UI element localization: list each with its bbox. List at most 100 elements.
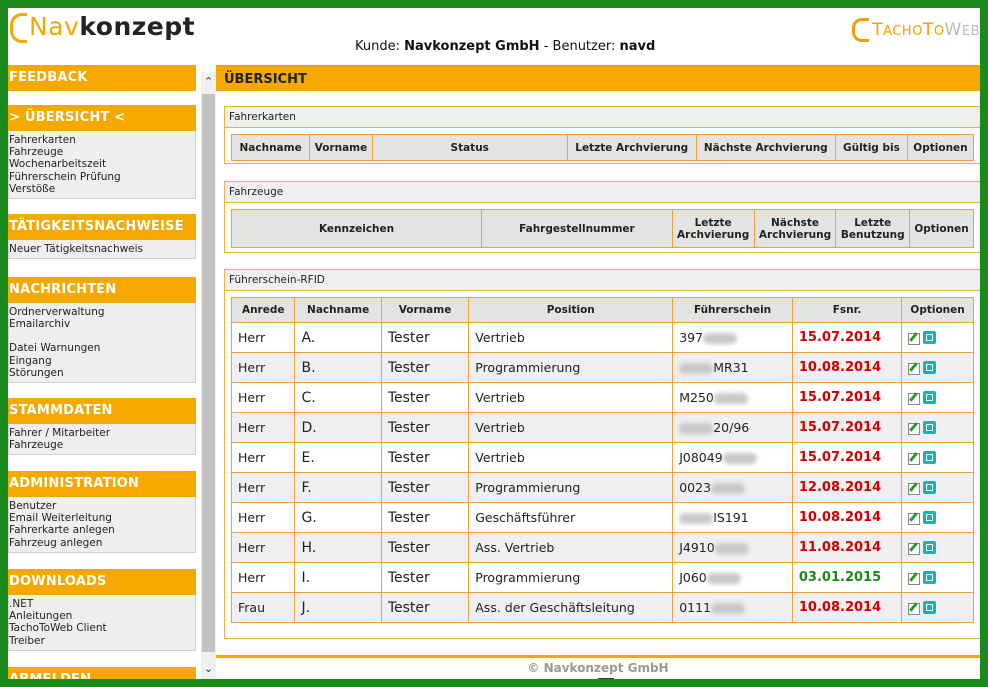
- table-row[interactable]: Frau J. Tester Ass. der Geschäftsleitung 011…: [230, 592, 974, 623]
- rfid-icon[interactable]: [923, 571, 937, 584]
- fuehrerschein-visible-start: M250: [679, 390, 714, 405]
- kunde-value: Navkonzept GmbH: [404, 39, 540, 54]
- sidebar-item-fahrzeuge[interactable]: Fahrzeuge: [9, 146, 195, 158]
- edit-icon[interactable]: [908, 392, 921, 405]
- cell-position: Vertrieb: [468, 382, 674, 413]
- sidebar-item-fahrerkarte-anlegen[interactable]: Fahrerkarte anlegen: [9, 524, 195, 536]
- kunde-label: Kunde:: [355, 39, 405, 54]
- cell-position: Ass. Vertrieb: [468, 532, 674, 563]
- navkonzept-logo[interactable]: Navkonzept: [10, 12, 195, 43]
- scrollbar-thumb[interactable]: [202, 94, 215, 652]
- col-fz-naechste-archvierung[interactable]: Nächste Archvierung: [753, 209, 837, 248]
- sidebar-heading-taetigkeit[interactable]: TÄTIGKEITSNACHWEISE: [8, 214, 196, 240]
- cell-anrede: Herr: [230, 382, 296, 413]
- col-rfid-vorname[interactable]: Vorname: [380, 297, 470, 323]
- rfid-icon[interactable]: [923, 331, 937, 344]
- sidebar-item-fuehrerschein-pruefung[interactable]: Führerschein Prüfung: [9, 171, 195, 183]
- rfid-icon[interactable]: [923, 451, 937, 464]
- fuehrerschein-visible-end: MR31: [713, 360, 749, 375]
- table-row[interactable]: Herr A. Tester Vertrieb 397 15.07.2014: [230, 322, 974, 353]
- rfid-icon[interactable]: [923, 391, 937, 404]
- table-row[interactable]: Herr B. Tester Programmierung MR31 10.08.2014: [230, 352, 974, 383]
- edit-icon[interactable]: [908, 512, 921, 525]
- table-row[interactable]: Herr G. Tester Geschäftsführer IS191 10.08.20…: [230, 502, 974, 533]
- col-position[interactable]: Position: [468, 297, 674, 323]
- rfid-icon[interactable]: [923, 541, 937, 554]
- edit-icon[interactable]: [908, 542, 921, 555]
- edit-icon[interactable]: [908, 572, 921, 585]
- sidebar-item-ordnerverwaltung[interactable]: Ordnerverwaltung: [9, 306, 195, 318]
- rfid-table: Anrede Nachname Vorname Position Führers…: [230, 297, 974, 623]
- sidebar-item-emailarchiv[interactable]: Emailarchiv: [9, 318, 195, 330]
- table-row[interactable]: Herr F. Tester Programmierung 0023 12.08.2014: [230, 472, 974, 503]
- sidebar-heading-feedback[interactable]: FEEDBACK: [8, 65, 196, 91]
- sidebar-item-stamm-fahrzeuge[interactable]: Fahrzeuge: [9, 439, 195, 451]
- sidebar-heading-downloads[interactable]: DOWNLOADS: [8, 569, 196, 595]
- sidebar-item-fahrerkarten[interactable]: Fahrerkarten: [9, 134, 195, 146]
- scroll-up-arrow-icon[interactable]: ⌃: [201, 72, 216, 92]
- cell-vorname: Tester: [380, 592, 470, 623]
- col-vorname[interactable]: Vorname: [309, 134, 373, 161]
- col-fahrgestellnummer[interactable]: Fahrgestellnummer: [481, 209, 673, 248]
- col-fuehrerschein[interactable]: Führerschein: [672, 297, 793, 323]
- col-rfid-optionen: Optionen: [901, 297, 974, 323]
- sidebar-heading-uebersicht[interactable]: > ÜBERSICHT <: [8, 105, 196, 131]
- cell-vorname: Tester: [380, 412, 470, 443]
- edit-icon[interactable]: [908, 332, 921, 345]
- sidebar-heading-administration[interactable]: ADMINISTRATION: [8, 471, 196, 497]
- sidebar-item-fahrer-mitarbeiter[interactable]: Fahrer / Mitarbeiter: [9, 427, 195, 439]
- sidebar-item-treiber[interactable]: Treiber: [9, 635, 195, 647]
- rfid-icon[interactable]: [923, 511, 937, 524]
- edit-icon[interactable]: [908, 482, 921, 495]
- sidebar-scrollbar[interactable]: ⌃ ⌄: [201, 72, 216, 679]
- sidebar-item-wochenarbeitszeit[interactable]: Wochenarbeitszeit: [9, 158, 195, 170]
- col-status[interactable]: Status: [371, 134, 568, 161]
- col-anrede[interactable]: Anrede: [230, 297, 296, 323]
- fuehrerschein-visible-start: J08049: [679, 450, 723, 465]
- scroll-down-arrow-icon[interactable]: ⌄: [201, 659, 216, 679]
- col-letzte-benutzung[interactable]: Letzte Benutzung: [835, 209, 911, 248]
- panel-fuehrerschein-rfid: Führerschein-RFID Anrede Nachname Vornam…: [224, 269, 980, 639]
- rfid-icon[interactable]: [923, 421, 937, 434]
- table-row[interactable]: Herr H. Tester Ass. Vertrieb J4910 11.08.2014: [230, 532, 974, 563]
- edit-icon[interactable]: [908, 422, 921, 435]
- cell-vorname: Tester: [380, 352, 470, 383]
- edit-icon[interactable]: [908, 362, 921, 375]
- sidebar-item-benutzer[interactable]: Benutzer: [9, 500, 195, 512]
- col-gueltig-bis[interactable]: Gültig bis: [834, 134, 908, 161]
- cell-vorname: Tester: [380, 532, 470, 563]
- sidebar-heading-nachrichten[interactable]: NACHRICHTEN: [8, 277, 196, 303]
- col-fsnr[interactable]: Fsnr.: [791, 297, 903, 323]
- redacted-blur: [714, 543, 749, 554]
- sidebar-item-tachotoweb-client[interactable]: TachoToWeb Client: [9, 622, 195, 634]
- sidebar-item-net[interactable]: .NET: [9, 598, 195, 610]
- sidebar-item-stoerungen[interactable]: Störungen: [9, 367, 195, 379]
- col-letzte-archvierung[interactable]: Letzte Archvierung: [566, 134, 697, 161]
- col-rfid-nachname[interactable]: Nachname: [294, 297, 382, 323]
- sidebar-item-eingang[interactable]: Eingang: [9, 355, 195, 367]
- redacted-blur: [711, 603, 746, 614]
- rfid-icon[interactable]: [923, 601, 937, 614]
- rfid-icon[interactable]: [923, 481, 937, 494]
- sidebar-item-datei-warnungen[interactable]: Datei Warnungen: [9, 342, 195, 354]
- edit-icon[interactable]: [908, 452, 921, 465]
- rfid-icon[interactable]: [923, 361, 937, 374]
- tachotoweb-logo[interactable]: TACHOTOWEB: [852, 18, 980, 42]
- table-row[interactable]: Herr C. Tester Vertrieb M250 15.07.2014: [230, 382, 974, 413]
- col-nachname[interactable]: Nachname: [230, 134, 311, 161]
- edit-icon[interactable]: [908, 602, 921, 615]
- sidebar-heading-stammdaten[interactable]: STAMMDATEN: [8, 398, 196, 424]
- table-row[interactable]: Herr I. Tester Programmierung J060 03.01.2015: [230, 562, 974, 593]
- sidebar-item-anleitungen[interactable]: Anleitungen: [9, 610, 195, 622]
- sidebar-heading-abmelden[interactable]: ABMELDEN: [8, 667, 196, 679]
- sidebar-item-email-weiterleitung[interactable]: Email Weiterleitung: [9, 512, 195, 524]
- sidebar-item-verstoesse[interactable]: Verstöße: [9, 183, 195, 195]
- col-kennzeichen[interactable]: Kennzeichen: [230, 209, 483, 248]
- col-naechste-archvierung[interactable]: Nächste Archvierung: [695, 134, 836, 161]
- sidebar-item-neuer-taetigkeitsnachweis[interactable]: Neuer Tätigkeitsnachweis: [9, 243, 195, 255]
- sidebar-item-fahrzeug-anlegen[interactable]: Fahrzeug anlegen: [9, 537, 195, 549]
- table-row[interactable]: Herr D. Tester Vertrieb 20/96 15.07.2014: [230, 412, 974, 443]
- table-row[interactable]: Herr E. Tester Vertrieb J08049 15.07.2014: [230, 442, 974, 473]
- col-fz-letzte-archvierung[interactable]: Letzte Archvierung: [671, 209, 755, 248]
